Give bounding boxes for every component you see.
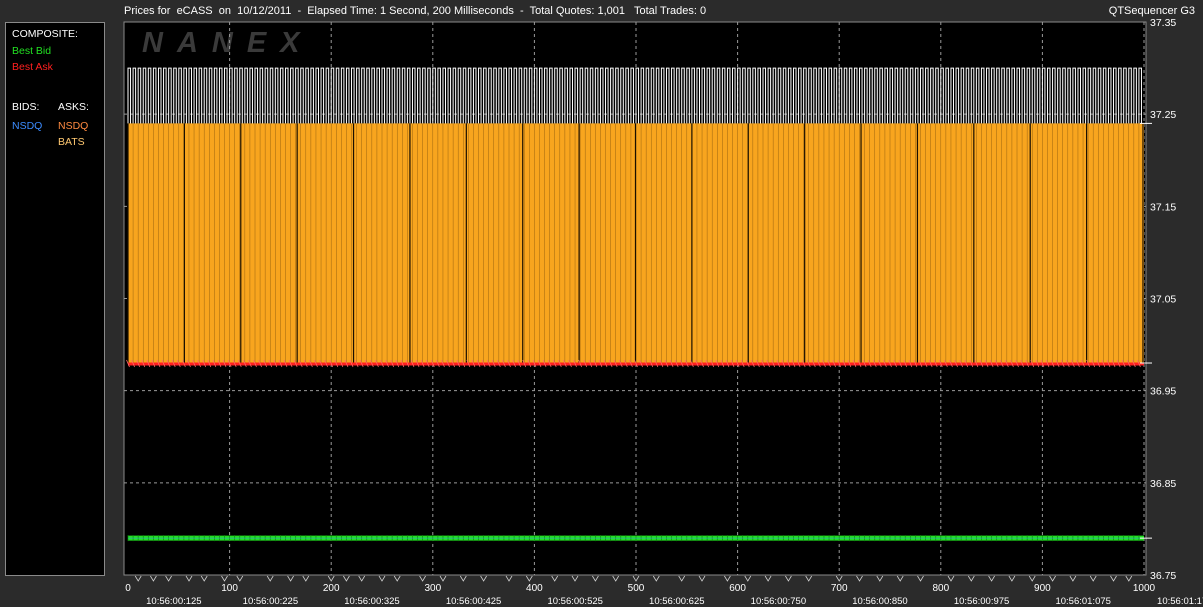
time-label: 10:56:00:525 [547,596,602,607]
price-chart: NANEX 37.35 37.25 37.15 37.05 36.95 36.85 36.75… [123,17,1203,607]
time-label: 10:56:00:325 [344,596,399,607]
x-tick-label: 800 [932,583,949,594]
x-tick-label: 600 [729,583,746,594]
time-label: 10:56:00:225 [243,596,298,607]
time-label: 10:56:00:750 [751,596,806,607]
y-tick-label: 36.85 [1150,478,1176,490]
x-tick-label: 300 [424,583,441,594]
y-tick-label: 37.15 [1150,201,1176,213]
y-tick-label: 36.95 [1150,386,1176,398]
x-tick-label: 900 [1034,583,1051,594]
time-label: 10:56:00:425 [446,596,501,607]
time-label: 10:56:00:625 [649,596,704,607]
x-tick-label: 100 [221,583,238,594]
time-label: 10:56:01:075 [1055,596,1110,607]
x-axis-markers [134,575,1133,582]
time-label: 10:56:00:850 [852,596,907,607]
x-tick-label: 400 [526,583,543,594]
x-tick-label: 200 [323,583,340,594]
x-tick-label: 1000 [1133,583,1156,594]
y-tick-label: 37.35 [1150,17,1176,29]
y-tick-label: 37.25 [1150,109,1176,121]
y-tick-label: 36.75 [1150,570,1176,582]
time-label: 10:56:00:975 [954,596,1009,607]
time-label: 10:56:01:175 [1157,596,1203,607]
time-label: 10:56:00:125 [146,596,201,607]
y-tick-label: 37.05 [1150,294,1176,306]
x-tick-label: 500 [628,583,645,594]
watermark: NANEX [142,27,314,59]
x-tick-label: 700 [831,583,848,594]
x-tick-label: 0 [125,583,131,594]
